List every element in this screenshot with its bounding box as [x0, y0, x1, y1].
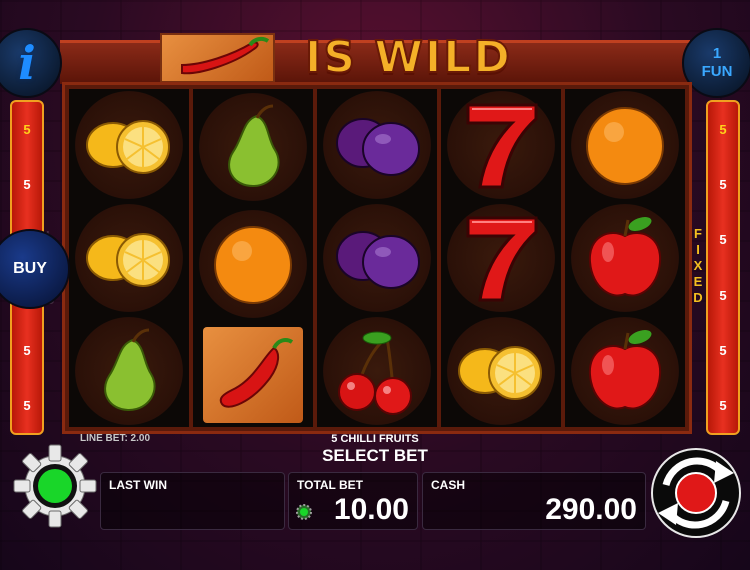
buy-label: BUY [13, 260, 47, 277]
seven-icon [466, 103, 538, 189]
info-icon: i [18, 36, 36, 90]
game-name: 5 CHILLI FRUITS [331, 433, 419, 445]
chilli-wild-symbol [203, 326, 303, 423]
payline-number[interactable]: 5 [23, 177, 30, 192]
game-title: IS WILD [304, 31, 512, 84]
fun-mode-button[interactable]: 1 FUN [682, 28, 750, 98]
payline-number[interactable]: 5 [719, 343, 726, 358]
reels-area [62, 82, 692, 434]
total-bet-label: TOTAL BET [297, 478, 363, 492]
bet-gear-icon [296, 504, 312, 520]
reel [69, 89, 189, 427]
total-bet-panel[interactable]: TOTAL BET 10.00 [288, 472, 418, 530]
cash-value: 290.00 [545, 493, 637, 526]
plum-symbol [323, 203, 431, 312]
spin-button[interactable] [646, 443, 746, 543]
fixed-letter: D [693, 290, 703, 305]
seven-symbol [447, 203, 555, 312]
lemon-icon [458, 345, 542, 400]
lemon-symbol [75, 91, 183, 200]
apple-symbol [571, 203, 679, 312]
payline-number[interactable]: 5 [23, 122, 30, 137]
chilli-title-box [160, 33, 275, 83]
payline-number[interactable]: 5 [719, 398, 726, 413]
plum-symbol [323, 91, 431, 200]
chilli-icon [181, 36, 270, 75]
apple-icon [588, 217, 662, 297]
reel [193, 89, 313, 427]
reel [565, 89, 685, 427]
select-bet-button[interactable]: SELECT BET [0, 446, 750, 466]
pear-symbol [75, 316, 183, 425]
fixed-letter: I [696, 242, 700, 257]
pear-icon [104, 328, 156, 411]
reel [317, 89, 437, 427]
settings-button[interactable] [12, 443, 98, 529]
lemon-icon [86, 120, 170, 175]
fixed-letter: E [693, 274, 703, 289]
lemon-icon [86, 232, 170, 287]
fixed-letter: X [693, 258, 703, 273]
orange-symbol [571, 91, 679, 200]
orange-icon [586, 107, 664, 186]
payline-number[interactable]: 5 [719, 232, 726, 247]
chilli-icon [219, 337, 294, 408]
cash-label: CASH [431, 478, 466, 492]
gear-icon [13, 444, 97, 528]
paylines-right: 5 5 5 5 5 5 [706, 100, 740, 435]
lemon-symbol [75, 203, 183, 312]
plum-icon [336, 118, 420, 177]
payline-number[interactable]: 5 [719, 177, 726, 192]
fun-count: 1 [712, 45, 722, 62]
payline-number[interactable]: 5 [23, 398, 30, 413]
reel [441, 89, 561, 427]
seven-icon [466, 216, 538, 302]
payline-number[interactable]: 5 [23, 343, 30, 358]
spin-icon [651, 448, 741, 538]
orange-symbol [199, 209, 307, 318]
last-win-label: LAST WIN [109, 478, 167, 492]
seven-symbol [447, 91, 555, 200]
orange-icon [214, 225, 292, 304]
fixed-letter: F [694, 226, 702, 241]
cherry-symbol [323, 316, 431, 425]
payline-number[interactable]: 5 [719, 122, 726, 137]
plum-icon [336, 230, 420, 289]
fun-label: FUN [701, 63, 733, 80]
total-bet-value: 10.00 [333, 493, 409, 526]
fixed-label: F I X E D [691, 226, 705, 306]
lemon-symbol [447, 316, 555, 425]
pear-icon [228, 104, 280, 188]
payline-number[interactable]: 5 [719, 288, 726, 303]
cash-panel: CASH 290.00 [422, 472, 646, 530]
pear-symbol [199, 93, 307, 202]
apple-symbol [571, 316, 679, 425]
last-win-panel: LAST WIN [100, 472, 285, 530]
cherry-icon [338, 331, 412, 415]
apple-icon [588, 329, 662, 410]
